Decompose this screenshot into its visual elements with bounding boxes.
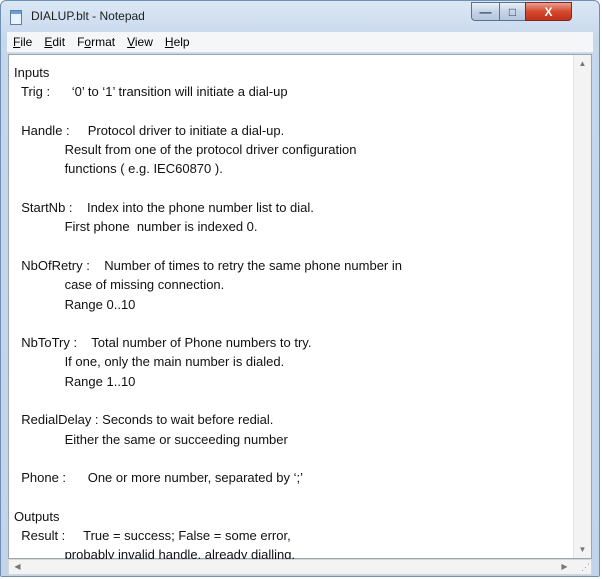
window-title: DIALUP.blt - Notepad [31,9,145,23]
document-text[interactable]: Inputs Trig : ‘0’ to ‘1’ transition will… [14,63,571,562]
text-editor[interactable]: Inputs Trig : ‘0’ to ‘1’ transition will… [8,54,592,562]
menu-help[interactable]: Help [159,32,196,52]
notepad-window: DIALUP.blt - Notepad — □ X File Edit For… [0,0,600,577]
notepad-icon[interactable] [10,10,22,25]
minimize-button[interactable]: — [471,2,500,21]
scroll-right-icon[interactable]: ▶ [556,560,573,574]
close-button[interactable]: X [525,2,572,21]
menu-edit-label: dit [52,35,66,49]
menu-view-label: iew [134,35,153,49]
title-bar[interactable]: DIALUP.blt - Notepad — □ X [1,1,599,31]
menu-format[interactable]: Format [71,32,121,52]
scroll-up-icon[interactable]: ▲ [574,55,591,72]
menu-edit[interactable]: Edit [38,32,71,52]
menu-help-accesskey: H [164,35,174,49]
menu-file-label: ile [20,35,33,49]
menu-view[interactable]: View [121,32,159,52]
menu-help-label: elp [173,35,190,49]
scroll-left-icon[interactable]: ◀ [9,560,26,574]
vertical-scrollbar[interactable]: ▲ ▼ [573,55,591,558]
menu-file[interactable]: File [7,32,38,52]
horizontal-scrollbar[interactable]: ◀ ▶ ⋰ [8,559,592,575]
menu-bar: File Edit Format View Help [7,32,593,53]
menu-format-label: rmat [91,35,116,49]
scroll-down-icon[interactable]: ▼ [574,541,591,558]
resize-grip-icon[interactable]: ⋰ [576,560,590,574]
menu-view-accesskey: V [127,35,135,49]
maximize-button[interactable]: □ [499,2,526,21]
